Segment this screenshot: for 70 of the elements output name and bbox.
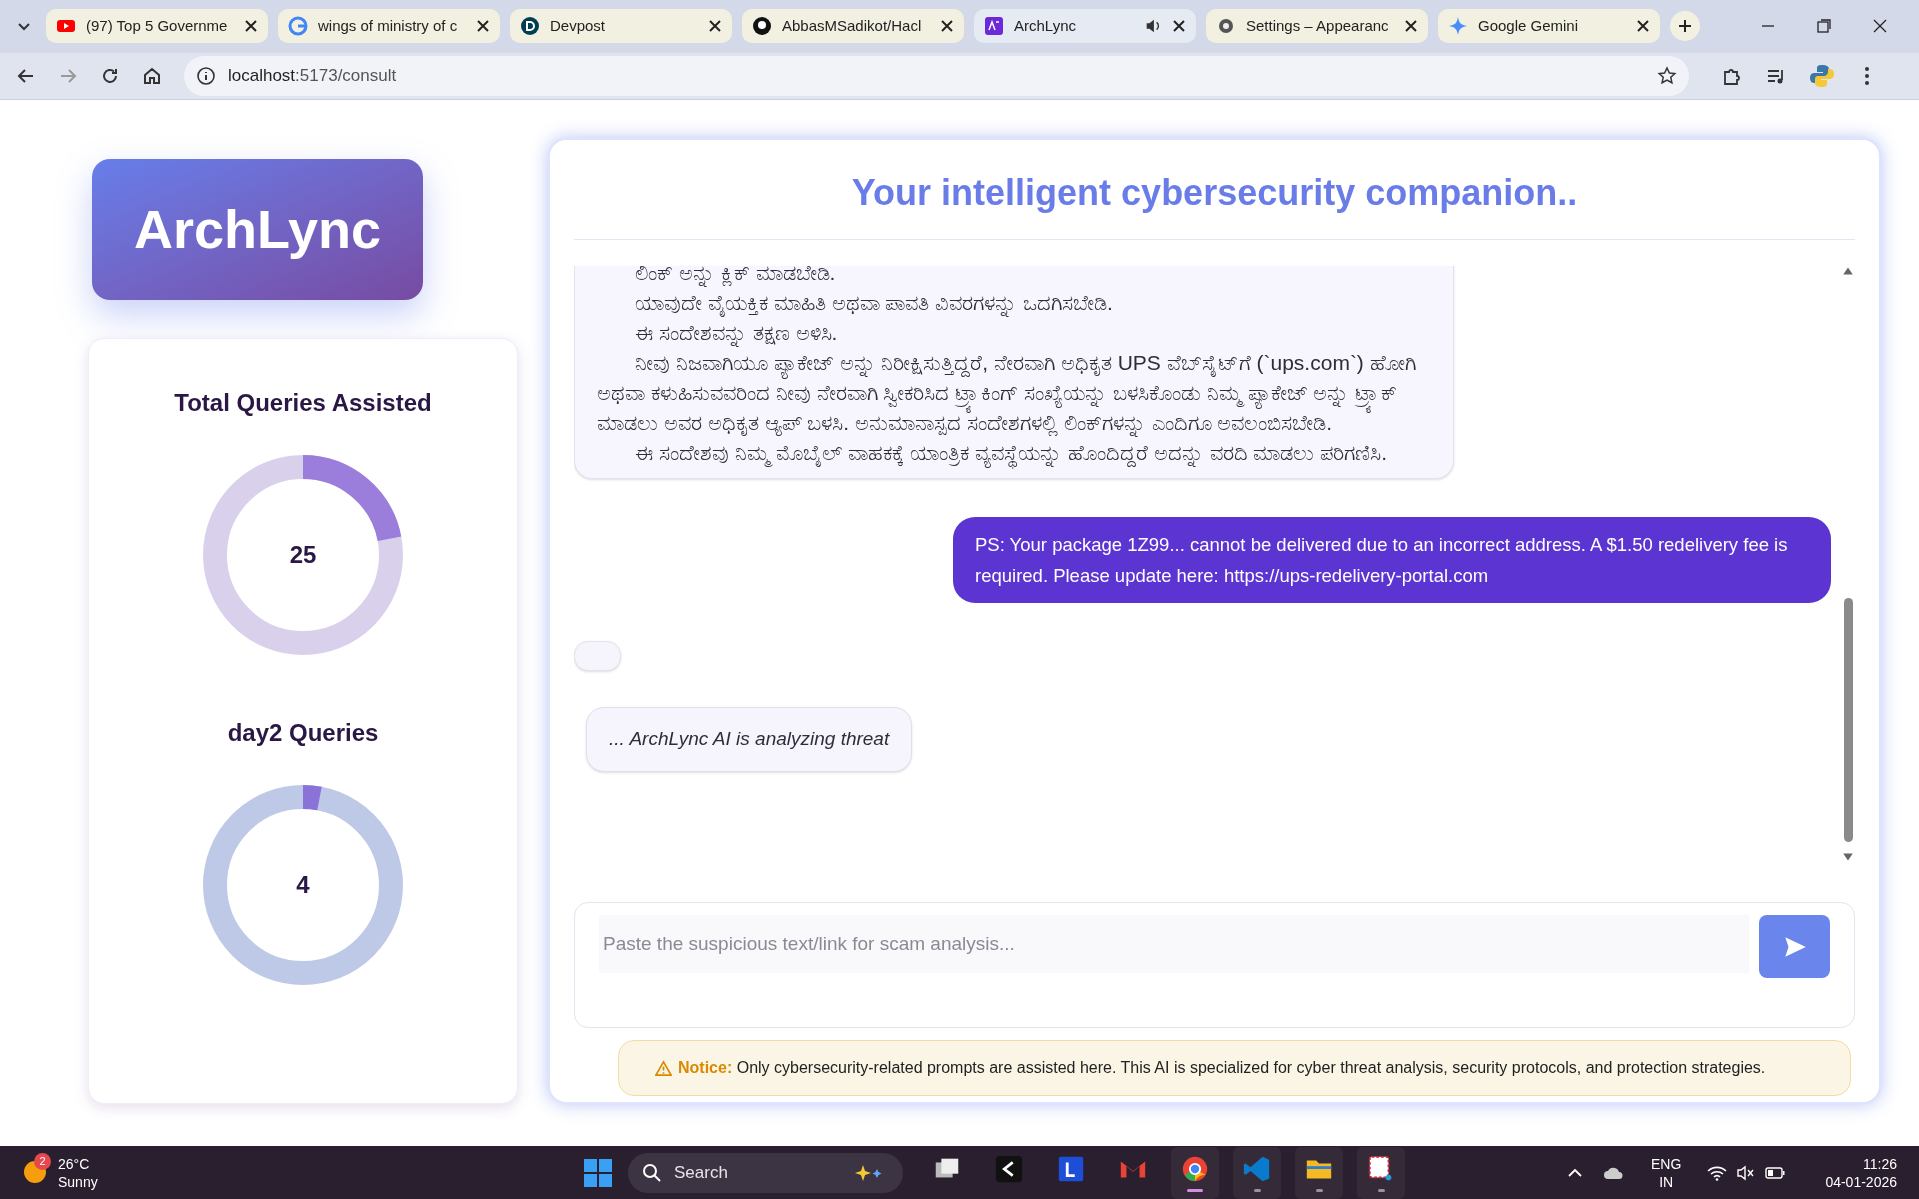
notification-badge: 2: [34, 1152, 51, 1170]
app-logo: ArchLync: [92, 159, 423, 301]
info-icon[interactable]: [196, 66, 216, 86]
chevron-logo-icon: [994, 1153, 1024, 1184]
close-icon[interactable]: [1172, 19, 1186, 34]
tab-title: Devpost: [550, 16, 607, 37]
home-icon[interactable]: [142, 66, 162, 86]
tab-title: AbbasMSadikot/Hacl: [782, 16, 923, 37]
muted-speaker-icon[interactable]: [1737, 1164, 1756, 1181]
taskbar-app[interactable]: [1357, 1146, 1405, 1199]
address-bar[interactable]: localhost:5173/consult: [184, 56, 1689, 96]
message-paragraph: ಈ ಸಂದೇಶವು ನಿಮ್ಮ ಮೊಬೈಲ್ ವಾಹಕಕ್ಕೆ ಯಾಂತ್ರಿಕ ವ್ಯವಸ್ಥೆಯನ್ನು ಹೊಂದಿದ್ದರೆ ಅದನ್ನು ವರದಿ ಮಾಡಲು ಪರಿಗಣಿಸಿ.: [597, 438, 1431, 469]
browser-tab[interactable]: (97) Top 5 Governme: [46, 9, 268, 44]
new-tab-button[interactable]: [1670, 11, 1700, 42]
scroll-down-icon[interactable]: [1842, 852, 1854, 863]
message-paragraph: ನೀವು ನಿಜವಾಗಿಯೂ ಪ್ಯಾಕೇಜ್ ಅನ್ನು ನಿರೀಕ್ಷಿಸುತ್ತಿದ್ದರೆ, ನೇರವಾಗಿ ಅಧಿಕೃತ UPS ವೆಬ್‌ಸೈಟ್‌ಗೆ (`ups.com`) ಹೋಗಿ ಅಥವಾ ಕಳುಹಿಸುವವರಿಂದ ನೀವು ನೇರವಾಗಿ ಸ್ವೀಕರಿಸಿದ ಟ್ರ್ಯಾಕಿಂಗ್ ಸಂಖ್ಯೆಯನ್ನು ಬಳಸಿಕೊಂಡು ನಿಮ್ಮ ಪ್ಯಾಕೇಜ್ ಅನ್ನು ಟ್ರ್ಯಾಕ್ ಮಾಡಲು ಅವರ ಅಧಿಕೃತ ಆ್ಯಪ್ ಬಳಸಿ. ಅನುಮಾನಾಸ್ಪದ ಸಂದೇಶಗಳಲ್ಲಿ ಲಿಂಕ್‌ಗಳನ್ನು ಎಂದಿಗೂ ಅವಲಂಬಿಸಬೇಡಿ.: [597, 350, 1417, 439]
notice-text: Notice: Only cybersecurity-related prompts are assisted here. This AI is specialized for cyber threat analysis, security protocols, and protection strategies.: [678, 1058, 1766, 1079]
snake-logo-icon[interactable]: [1809, 63, 1835, 89]
message-paragraph: ಯಾವುದೇ ವೈಯಕ್ತಿಕ ಮಾಹಿತಿ ಅಥವಾ ಪಾವತಿ ವಿವರಗಳನ್ನು ಒದಗಿಸಬೇಡಿ.: [634, 290, 1114, 319]
typing-indicator: ... ArchLync AI is analyzing threat: [586, 707, 913, 772]
browser-tab[interactable]: ArchLync: [974, 9, 1196, 44]
tab-title: ArchLync: [1014, 16, 1077, 37]
start-icon[interactable]: [582, 1156, 614, 1189]
search-icon: [642, 1162, 662, 1183]
close-icon[interactable]: [1636, 19, 1650, 34]
close-icon[interactable]: [940, 19, 954, 34]
close-icon[interactable]: [1404, 19, 1418, 34]
taskbar-app[interactable]: [1171, 1146, 1219, 1199]
warning-icon: [655, 1059, 672, 1077]
message-paragraph: ಲಿಂಕ್ ಅನ್ನು ಕ್ಲಿಕ್ ಮಾಡಬೇಡಿ.: [634, 266, 837, 289]
stat-value: 4: [296, 870, 310, 901]
clock[interactable]: 11:26 04-01-2026: [1825, 1154, 1897, 1191]
user-message: PS: Your package 1Z99... cannot be delivered due to an incorrect address. A $1.50 redelivery fee is required. Please update here: https://ups-redelivery-portal.com: [953, 517, 1831, 604]
tab-title: wings of ministry of c: [318, 16, 459, 37]
g-logo-icon: [288, 16, 308, 37]
browser-tab[interactable]: Devpost: [510, 9, 732, 44]
browser-tab[interactable]: wings of ministry of c: [278, 9, 500, 44]
app-logo-icon: [984, 16, 1004, 37]
tab-title: Settings – Appearanc: [1246, 16, 1390, 37]
close-icon[interactable]: [476, 19, 490, 34]
battery-icon[interactable]: [1765, 1165, 1786, 1180]
plus-icon: [1677, 18, 1693, 35]
stat-value: 25: [289, 540, 317, 571]
browser-tab[interactable]: Settings – Appearanc: [1206, 9, 1428, 44]
browser-tab[interactable]: Google Gemini: [1438, 9, 1660, 44]
weather-temperature: 26°C: [58, 1154, 91, 1173]
tab-title: Google Gemini: [1478, 16, 1580, 37]
weather-condition: Sunny: [58, 1172, 98, 1191]
message-input[interactable]: Paste the suspicious text/link for scam analysis...: [599, 915, 1749, 974]
reload-icon[interactable]: [100, 66, 120, 86]
send-button[interactable]: [1759, 915, 1830, 979]
stat-title: Total Queries Assisted: [174, 388, 432, 419]
stat-title: day2 Queries: [227, 718, 379, 749]
close-icon[interactable]: [708, 19, 722, 34]
close-icon[interactable]: [244, 19, 258, 34]
scroll-up-icon[interactable]: [1842, 266, 1854, 277]
taskbar-search[interactable]: Search: [628, 1152, 903, 1193]
url-text: localhost:5173/consult: [228, 65, 398, 88]
restore-icon[interactable]: [1817, 19, 1831, 34]
empty-message-bubble: [574, 641, 621, 672]
message-paragraph: ಈ ಸಂದೇಶವನ್ನು ತಕ್ಷಣ ಅಳಿಸಿ.: [634, 320, 839, 349]
tab-title: (97) Top 5 Governme: [86, 16, 229, 37]
wifi-icon[interactable]: [1707, 1164, 1728, 1181]
d-logo-icon: [520, 16, 540, 37]
language-indicator[interactable]: ENG IN: [1651, 1154, 1682, 1191]
chat-title: Your intelligent cybersecurity companion..: [851, 171, 1578, 216]
close-icon[interactable]: [1873, 19, 1887, 34]
browser-tab[interactable]: AbbasMSadikot/Hacl: [742, 9, 964, 44]
taskbar-app[interactable]: [1295, 1146, 1343, 1199]
star-icon[interactable]: [1657, 66, 1677, 86]
